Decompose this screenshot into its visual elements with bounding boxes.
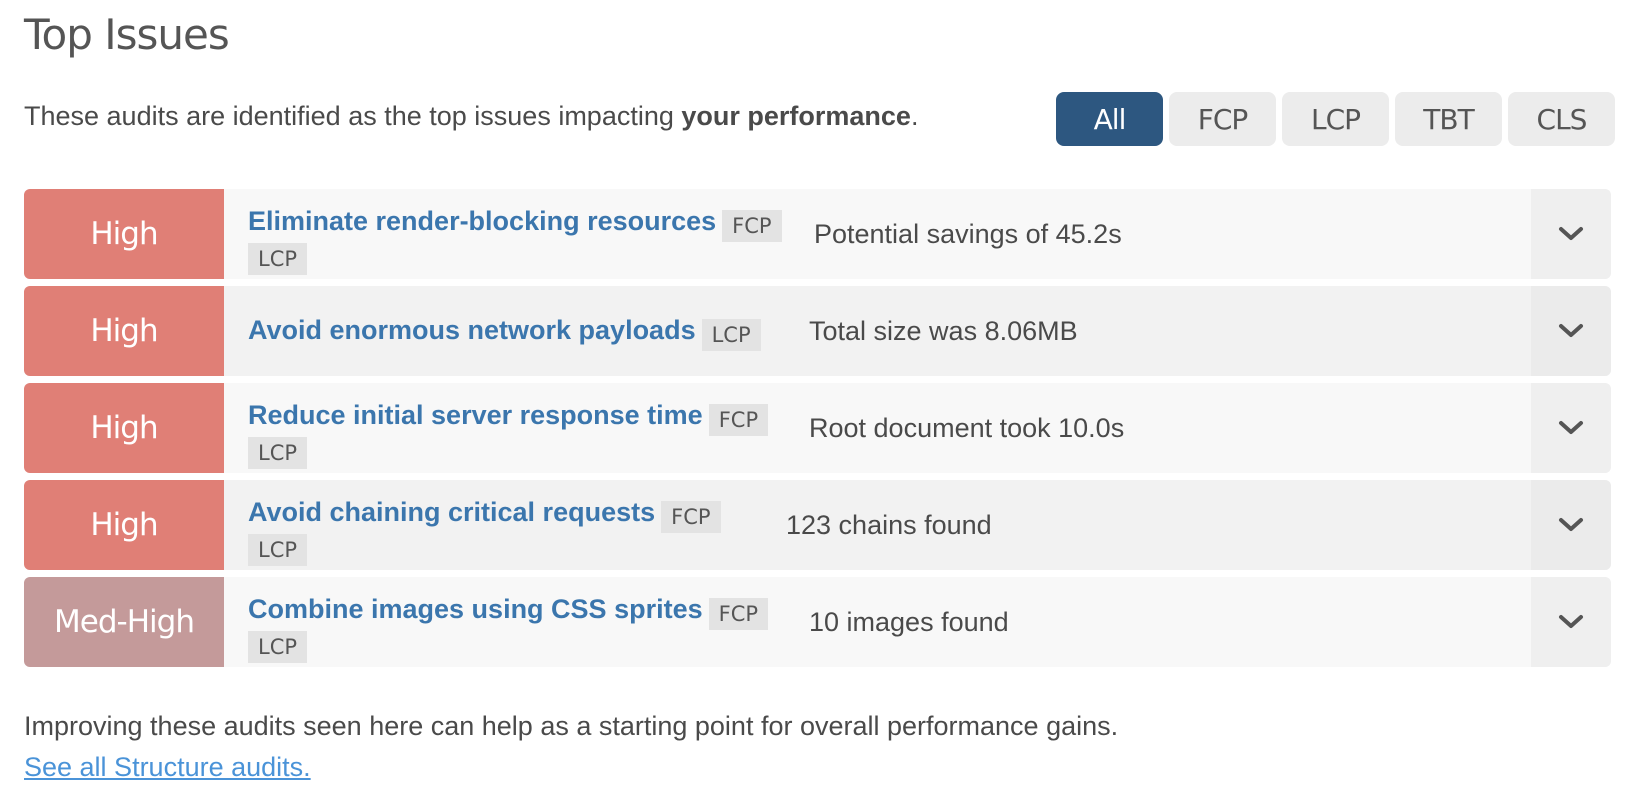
issue-title-cell: Avoid enormous network payloads LCP <box>224 286 809 376</box>
filter-lcp-button[interactable]: LCP <box>1282 92 1389 146</box>
issue-detail: 10 images found <box>809 606 1009 637</box>
filter-tbt-button[interactable]: TBT <box>1395 92 1502 146</box>
severity-badge: High <box>24 480 224 570</box>
issue-list: High Eliminate render-blocking resources… <box>24 189 1611 674</box>
page-title: Top Issues <box>24 10 230 59</box>
issue-title-cell: Combine images using CSS sprites FCP LCP <box>224 577 809 667</box>
issue-row[interactable]: High Avoid enormous network payloads LCP … <box>24 286 1611 376</box>
issue-row[interactable]: High Reduce initial server response time… <box>24 383 1611 473</box>
issue-title-link[interactable]: Combine images using CSS sprites <box>248 594 703 624</box>
severity-badge: High <box>24 189 224 279</box>
issue-title-link[interactable]: Reduce initial server response time <box>248 400 703 430</box>
top-issues-panel: Top Issues These audits are identified a… <box>0 0 1632 812</box>
issue-row[interactable]: High Avoid chaining critical requests FCP… <box>24 480 1611 570</box>
expand-button[interactable] <box>1531 577 1611 667</box>
intro-text: These audits are identified as the top i… <box>24 101 918 132</box>
metric-filter-group: All FCP LCP TBT CLS <box>1056 92 1615 146</box>
chevron-down-icon <box>1559 421 1583 434</box>
severity-badge: Med-High <box>24 577 224 667</box>
issue-title-link[interactable]: Avoid enormous network payloads <box>248 315 696 345</box>
metric-tag: LCP <box>248 242 308 275</box>
issue-detail: 123 chains found <box>786 509 992 540</box>
filter-cls-button[interactable]: CLS <box>1508 92 1615 146</box>
metric-tag: LCP <box>248 436 308 469</box>
expand-button[interactable] <box>1531 383 1611 473</box>
expand-button[interactable] <box>1531 286 1611 376</box>
chevron-down-icon <box>1559 227 1583 240</box>
severity-badge: High <box>24 383 224 473</box>
issue-detail: Total size was 8.06MB <box>809 315 1078 346</box>
chevron-down-icon <box>1559 324 1583 337</box>
filter-all-button[interactable]: All <box>1056 92 1163 146</box>
metric-tag: FCP <box>661 500 721 533</box>
issue-title-cell: Eliminate render-blocking resources FCP LC… <box>224 189 814 279</box>
issue-detail: Root document took 10.0s <box>809 412 1125 443</box>
issue-row[interactable]: Med-High Combine images using CSS sprite… <box>24 577 1611 667</box>
metric-tag: FCP <box>722 209 782 242</box>
metric-tag: LCP <box>248 630 308 663</box>
issue-title-cell: Reduce initial server response time FCP LC… <box>224 383 809 473</box>
issue-title-cell: Avoid chaining critical requests FCP LCP <box>224 480 786 570</box>
metric-tag: FCP <box>708 597 769 630</box>
intro-suffix: . <box>910 101 919 131</box>
metric-tag: LCP <box>701 318 761 351</box>
metric-tag: FCP <box>708 403 769 436</box>
chevron-down-icon <box>1559 615 1583 628</box>
expand-button[interactable] <box>1531 480 1611 570</box>
intro-prefix: These audits are identified as the top i… <box>24 101 682 131</box>
issue-detail: Potential savings of 45.2s <box>814 218 1122 249</box>
issue-title-link[interactable]: Eliminate render-blocking resources <box>248 206 716 236</box>
chevron-down-icon <box>1559 518 1583 531</box>
issue-title-link[interactable]: Avoid chaining critical requests <box>248 497 655 527</box>
intro-bold: your performance <box>681 101 911 131</box>
footer-text: Improving these audits seen here can hel… <box>24 711 1119 741</box>
issue-row[interactable]: High Eliminate render-blocking resources… <box>24 189 1611 279</box>
metric-tag: LCP <box>248 533 308 566</box>
see-all-audits-link[interactable]: See all Structure audits. <box>24 752 311 783</box>
filter-fcp-button[interactable]: FCP <box>1169 92 1276 146</box>
severity-badge: High <box>24 286 224 376</box>
expand-button[interactable] <box>1531 189 1611 279</box>
